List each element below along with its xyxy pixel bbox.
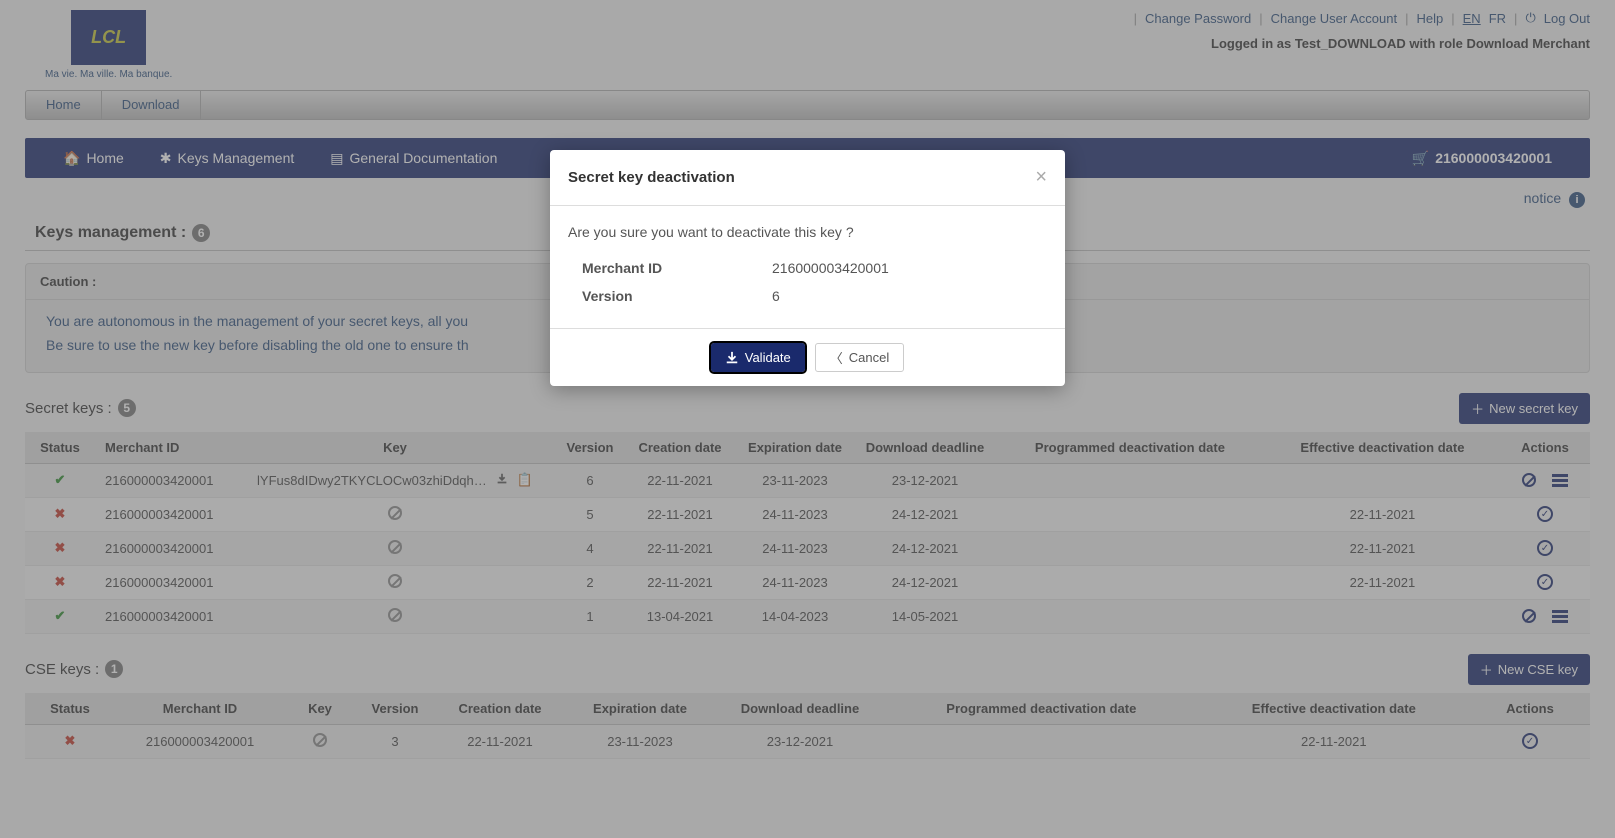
chevron-left-icon: 〈 bbox=[830, 348, 843, 367]
validate-button[interactable]: Validate bbox=[711, 343, 805, 372]
modal-version-label: Version bbox=[582, 288, 772, 304]
modal-merchant-label: Merchant ID bbox=[582, 260, 772, 276]
modal-merchant-value: 216000003420001 bbox=[772, 260, 889, 276]
modal-title: Secret key deactivation bbox=[568, 169, 735, 186]
modal-version-value: 6 bbox=[772, 288, 780, 304]
cancel-button[interactable]: 〈 Cancel bbox=[815, 343, 904, 372]
deactivation-modal: Secret key deactivation × Are you sure y… bbox=[550, 150, 1065, 386]
modal-overlay: Secret key deactivation × Are you sure y… bbox=[0, 0, 1615, 838]
close-icon[interactable]: × bbox=[1035, 166, 1047, 189]
modal-question: Are you sure you want to deactivate this… bbox=[568, 224, 1047, 240]
download-icon bbox=[725, 351, 739, 365]
